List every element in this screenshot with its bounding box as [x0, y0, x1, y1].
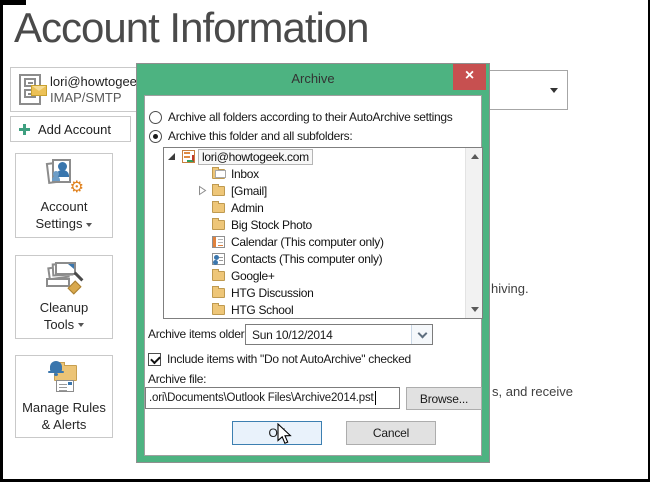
radio-selected-icon — [149, 130, 162, 143]
tree-item[interactable]: HTG School — [164, 301, 465, 318]
tree-item[interactable]: Calendar (This computer only) — [164, 233, 465, 250]
page-title: Account Information — [14, 4, 369, 52]
add-account-button[interactable]: Add Account — [10, 116, 131, 142]
inbox-icon — [212, 169, 225, 179]
radio-archive-this-folder[interactable]: Archive this folder and all subfolders: — [149, 128, 352, 144]
cleanup-tools-icon — [46, 262, 82, 292]
dialog-content: Archive all folders according to their A… — [144, 95, 482, 456]
add-account-label: Add Account — [38, 122, 111, 137]
mouse-cursor — [277, 423, 292, 450]
manage-rules-alerts-button[interactable]: Manage Rules & Alerts — [15, 355, 113, 438]
dialog-title: Archive — [137, 71, 489, 86]
expander-spacer — [198, 168, 212, 180]
folder-icon — [212, 220, 225, 230]
browse-button[interactable]: Browse... — [406, 387, 482, 410]
expander-spacer — [198, 270, 212, 282]
background-text-fragment: s, and receive — [492, 384, 573, 399]
radio-label: Archive all folders according to their A… — [168, 110, 452, 124]
calendar-icon — [212, 236, 225, 248]
tree-item-label: HTG Discussion — [231, 286, 313, 300]
dropdown-button[interactable] — [411, 325, 432, 344]
tree-collapsed-icon[interactable] — [198, 185, 212, 197]
plus-icon — [19, 124, 30, 135]
close-icon: × — [465, 68, 474, 84]
browse-label: Browse... — [420, 392, 468, 406]
tree-item-label: Google+ — [231, 269, 275, 283]
scroll-down-icon[interactable] — [466, 301, 483, 318]
expander-spacer — [198, 253, 212, 265]
tree-item-label: Big Stock Photo — [231, 218, 312, 232]
archive-dialog: Archive × Archive all folders according … — [136, 63, 490, 463]
close-button[interactable]: × — [453, 64, 486, 90]
background-text-fragment: hiving. — [491, 281, 529, 296]
archive-file-input[interactable]: .ori\Documents\Outlook Files\Archive2014… — [145, 387, 400, 409]
mailbox-cabinet-icon — [19, 74, 41, 105]
rules-alerts-icon — [47, 361, 81, 392]
tree-item-label: Calendar (This computer only) — [231, 235, 384, 249]
button-label: Settings — [36, 216, 83, 231]
outlook-backstage-screenshot: Account Information lori@howtogeek.com I… — [0, 0, 650, 482]
folder-icon — [212, 186, 225, 196]
tree-item-label: HTG School — [231, 303, 293, 317]
folder-tree: lori@howtogeek.com Inbox [Gmail] Admin Big S… — [163, 147, 483, 319]
tree-item[interactable]: lori@howtogeek.com — [164, 148, 465, 165]
tree-expanded-icon[interactable] — [168, 151, 182, 163]
tree-item-label: lori@howtogeek.com — [198, 149, 313, 165]
text-caret — [375, 391, 376, 405]
tree-item-label: Admin — [231, 201, 264, 215]
tree-item[interactable]: Admin — [164, 199, 465, 216]
button-label: Manage Rules — [22, 399, 106, 416]
chevron-down-icon — [86, 223, 92, 227]
include-autoarchive-checkbox[interactable]: Include items with "Do not AutoArchive" … — [148, 351, 411, 367]
expander-spacer — [198, 304, 212, 316]
scroll-up-icon[interactable] — [466, 148, 483, 165]
tree-item[interactable]: Contacts (This computer only) — [164, 250, 465, 267]
tree-item-label: Inbox — [231, 167, 259, 181]
chevron-down-icon — [78, 323, 84, 327]
folder-icon — [212, 271, 225, 281]
cancel-button[interactable]: Cancel — [346, 421, 436, 445]
expander-spacer — [198, 202, 212, 214]
folder-icon — [212, 288, 225, 298]
archive-file-label: Archive file: — [148, 372, 206, 386]
tree-item[interactable]: Google+ — [164, 267, 465, 284]
button-label: & Alerts — [42, 416, 87, 433]
archive-file-value: .ori\Documents\Outlook Files\Archive2014… — [149, 392, 374, 404]
tree-item[interactable]: HTG Discussion — [164, 284, 465, 301]
older-than-date-value: Sun 10/12/2014 — [252, 328, 333, 342]
folder-icon — [212, 305, 225, 315]
radio-archive-all-folders[interactable]: Archive all folders according to their A… — [149, 109, 452, 125]
expander-spacer — [198, 219, 212, 231]
checkbox-checked-icon — [148, 353, 161, 366]
tree-scrollbar[interactable] — [465, 148, 482, 318]
button-label: Tools — [44, 317, 74, 332]
expander-spacer — [198, 287, 212, 299]
contacts-icon — [212, 253, 225, 265]
folder-icon — [212, 203, 225, 213]
tree-item-label: Contacts (This computer only) — [231, 252, 382, 266]
button-label: Account — [41, 198, 88, 215]
account-icon — [182, 150, 195, 163]
checkbox-label: Include items with "Do not AutoArchive" … — [167, 352, 411, 366]
radio-label: Archive this folder and all subfolders: — [168, 129, 352, 143]
account-settings-button[interactable]: ⚙ Account Settings — [15, 153, 113, 238]
tree-item-label: [Gmail] — [231, 184, 267, 198]
account-settings-icon: ⚙ — [47, 159, 81, 191]
cancel-label: Cancel — [373, 426, 409, 440]
tree-item[interactable]: Big Stock Photo — [164, 216, 465, 233]
tree-item[interactable]: Inbox — [164, 165, 465, 182]
button-label: Cleanup — [40, 299, 88, 316]
tree-item[interactable]: [Gmail] — [164, 182, 465, 199]
chevron-down-icon — [550, 88, 558, 93]
older-than-date-dropdown[interactable]: Sun 10/12/2014 — [245, 324, 433, 345]
radio-icon — [149, 111, 162, 124]
expander-spacer — [198, 236, 212, 248]
chevron-down-icon — [417, 328, 427, 338]
cleanup-tools-button[interactable]: Cleanup Tools — [15, 255, 113, 339]
